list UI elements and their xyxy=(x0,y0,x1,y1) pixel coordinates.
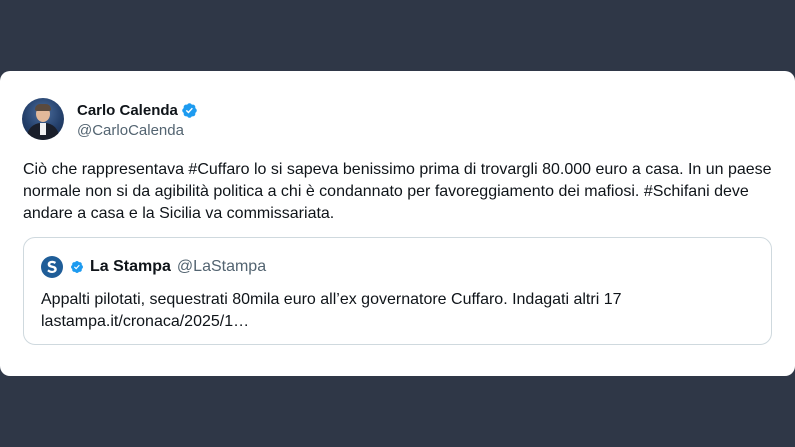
avatar-hair xyxy=(35,104,51,111)
quoted-headline: Appalti pilotati, sequestrati 80mila eur… xyxy=(41,291,622,308)
quoted-tweet-text: Appalti pilotati, sequestrati 80mila eur… xyxy=(41,289,761,333)
quoted-display-name[interactable]: La Stampa xyxy=(90,258,171,276)
author-name-row: Carlo Calenda xyxy=(77,100,198,120)
avatar-shirt xyxy=(40,123,46,135)
author-avatar[interactable] xyxy=(22,98,64,140)
author-display-name[interactable]: Carlo Calenda xyxy=(77,102,178,119)
verified-badge-icon xyxy=(71,261,83,273)
tweet-card[interactable]: Carlo Calenda @CarloCalenda Ciò che rapp… xyxy=(0,71,795,376)
quoted-tweet-header: La Stampa @LaStampa xyxy=(41,256,266,278)
la-stampa-logo-icon xyxy=(41,256,63,278)
verified-badge-icon xyxy=(182,102,197,118)
quoted-link[interactable]: lastampa.it/cronaca/2025/1… xyxy=(41,311,761,333)
author-handle[interactable]: @CarloCalenda xyxy=(77,122,184,139)
tweet-text: Ciò che rappresentava #Cuffaro lo si sap… xyxy=(23,161,772,222)
quoted-handle[interactable]: @LaStampa xyxy=(177,258,266,276)
quoted-tweet[interactable]: La Stampa @LaStampa Appalti pilotati, se… xyxy=(23,237,772,345)
